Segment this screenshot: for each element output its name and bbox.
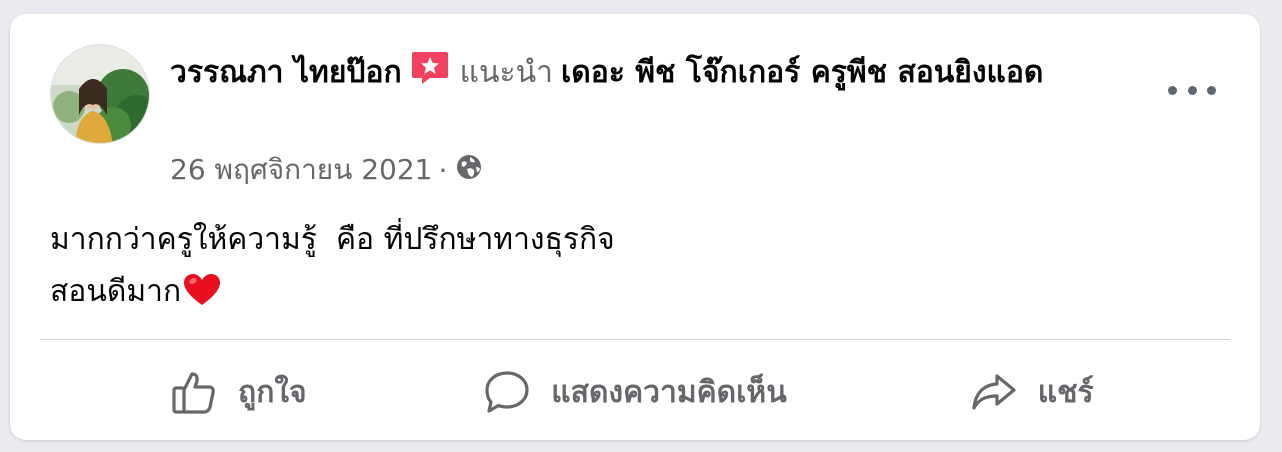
post-card: วรรณภา ไทยป๊อก แนะนำ เดอะ พีช โจ๊กเกอร์ ค… (10, 14, 1260, 440)
post-meta: 26 พฤศจิกายน 2021 · (170, 148, 483, 192)
post-text-line-container: สอนดีมาก (50, 266, 1150, 324)
page-name[interactable]: เดอะ พีช โจ๊กเกอร์ ครูพีช สอนยิงแอด (561, 55, 1043, 90)
globe-icon (455, 153, 483, 188)
action-bar: ถูกใจ แสดงความคิดเห็น แชร์ (40, 352, 1230, 432)
share-label: แชร์ (1037, 374, 1094, 410)
more-options-icon[interactable] (1168, 76, 1216, 104)
speech-bubble-icon (483, 368, 531, 416)
thumbs-up-icon (170, 368, 218, 416)
avatar[interactable] (50, 44, 150, 144)
comment-label: แสดงความคิดเห็น (551, 374, 787, 410)
post-body: มากกว่าครูให้ความรู้ คือ ที่ปรึกษาทางธุร… (50, 214, 1150, 324)
post-date[interactable]: 26 พฤศจิกายน 2021 (170, 148, 433, 192)
recommends-label: แนะนำ (459, 55, 553, 90)
divider (40, 339, 1230, 340)
post-text-line: สอนดีมาก (50, 274, 182, 309)
meta-separator: · (438, 153, 448, 187)
author-name[interactable]: วรรณภา ไทยป๊อก (170, 55, 402, 90)
like-label: ถูกใจ (238, 374, 307, 410)
share-arrow-icon (970, 368, 1018, 416)
post-header: วรรณภา ไทยป๊อก แนะนำ เดอะ พีช โจ๊กเกอร์ ค… (170, 50, 1090, 100)
share-button[interactable]: แชร์ (833, 352, 1230, 432)
heart-emoji-icon (183, 272, 221, 324)
post-text-line: มากกว่าครูให้ความรู้ คือ ที่ปรึกษาทางธุร… (50, 222, 615, 257)
recommend-star-icon (410, 50, 450, 100)
like-button[interactable]: ถูกใจ (40, 352, 437, 432)
comment-button[interactable]: แสดงความคิดเห็น (437, 352, 834, 432)
